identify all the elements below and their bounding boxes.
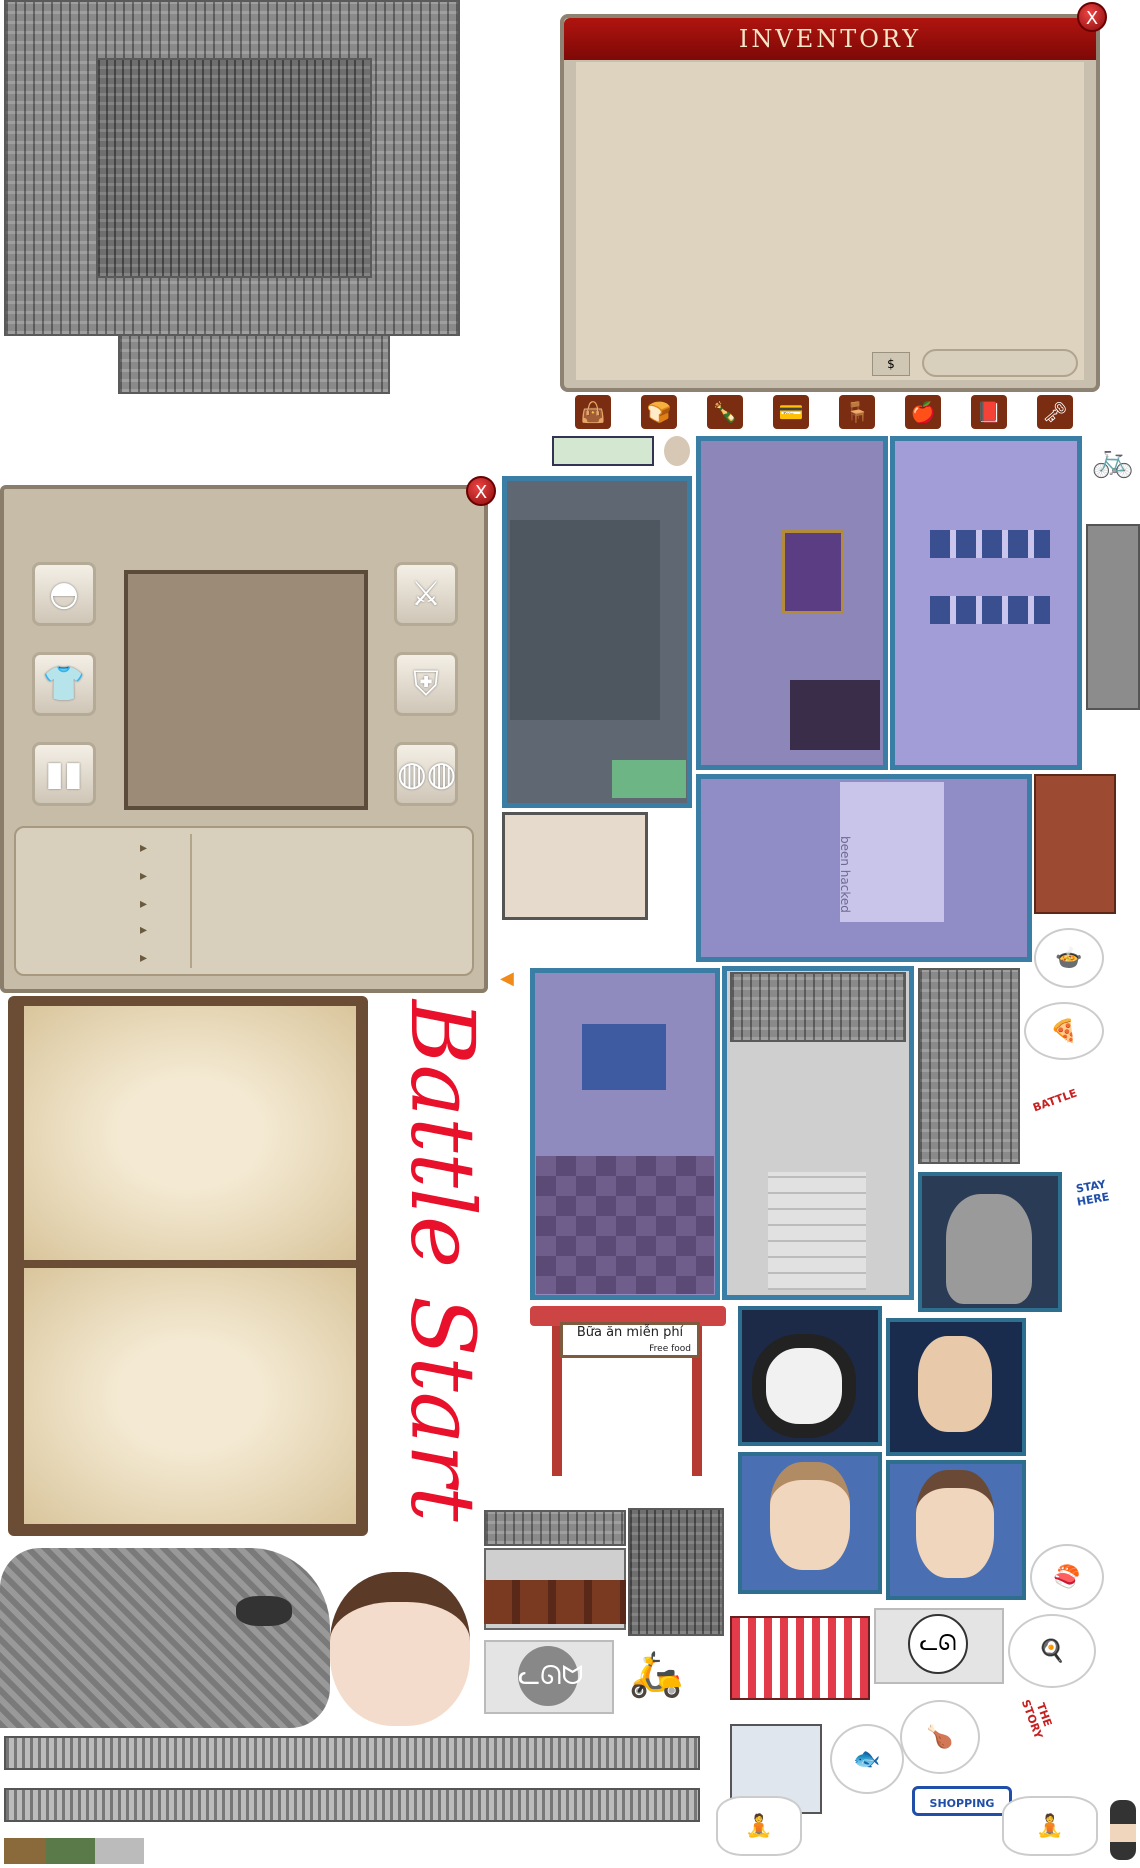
weapon-icon[interactable]: ⚔ [394,562,458,626]
armor-icon[interactable]: ⛨ [394,652,458,716]
machine-sprite [1086,524,1140,710]
stat-arrow: ▸ [140,868,148,884]
the-story-sticker: THE STORY [1018,1697,1055,1741]
roof-tiles-inner [96,58,372,278]
shrine-roof [730,972,906,1042]
pointer-arrow-icon: ◀ [500,968,514,989]
food-bubble-fish-icon: 🐟 [830,1724,904,1794]
pants-icon[interactable]: ▮▮ [32,742,96,806]
map-lobby-floor [536,1156,714,1294]
food-cart-sprite [730,1616,870,1700]
portrait-woman-light-hair-face [770,1462,850,1570]
battle-sticker: BATTLE [1031,1086,1079,1115]
roof-tiles-small [628,1508,724,1636]
food-bubble-pizza-icon: 🍕 [1024,1002,1104,1060]
rail-track-top [4,1736,700,1770]
stat-arrow: ▸ [140,840,148,856]
food-bubble-sushi-icon: 🍣 [1030,1544,1104,1610]
stats-panel [14,826,474,976]
bottle-icon[interactable]: 🍾 [707,395,743,429]
money-icon: $ [872,352,910,376]
card-icon[interactable]: 💳 [773,395,809,429]
cap-icon[interactable]: ◓ [32,562,96,626]
small-sprites-row [4,1838,144,1864]
stall-roof [484,1510,626,1546]
apple-icon[interactable]: 🍎 [905,395,941,429]
portrait-cat-body [752,1334,856,1438]
journal-page-top[interactable] [24,1006,356,1260]
food-bubble-bowl-icon: 🍲 [1034,928,1104,988]
map-rug [782,530,844,614]
stat-arrow: ▸ [140,896,148,912]
rail-track-bottom [4,1788,700,1822]
roof-tiles-narrow [918,968,1020,1164]
battery-sprite [552,436,654,466]
stat-arrow: ▸ [140,950,148,966]
item-hotbar: 👜 🍞 🍾 💳 🪑 🍎 📕 🗝 [575,395,1085,431]
meditate-bubble-icon-2: 🧘 [1002,1796,1098,1856]
sandals-icon[interactable]: ◍◍ [394,742,458,806]
battle-start-text: Battle Start [391,1000,494,1522]
bread-icon[interactable]: 🍞 [641,395,677,429]
portrait-old-man-face [946,1194,1032,1304]
npc-head-sprite [1110,1800,1136,1860]
sign-line-english: Free food [649,1344,691,1354]
hacked-label: been hacked [838,836,852,913]
stay-here-sticker: STAY HERE [1074,1177,1111,1209]
head-sprite [664,436,690,466]
journal-page-bottom[interactable] [24,1268,356,1524]
desk-sprite [1034,774,1116,914]
shrine-stone-path [768,1172,866,1290]
chair-icon[interactable]: 🪑 [839,395,875,429]
food-bubble-egg-icon: 🍳 [1008,1614,1096,1688]
map-lobby-doors [582,1024,666,1090]
book-icon[interactable]: 📕 [971,395,1007,429]
meditate-bubble-icon: 🧘 [716,1796,802,1856]
portrait-young-man-face [918,1336,992,1432]
cat-face-neutral-icon: ᓚᘏ [908,1614,968,1674]
map-building-windows [930,530,1050,558]
money-amount-field [922,349,1078,377]
character-woman-torso [0,1548,330,1728]
bag-icon[interactable]: 👜 [575,395,611,429]
food-bubble-chicken-icon: 🍗 [900,1700,980,1774]
map-sofa [790,680,880,750]
character-preview [124,570,368,810]
shopping-sticker: SHOPPING [912,1786,1012,1816]
bow-tie-icon [236,1596,292,1626]
portrait-woman-brown-hair-face [916,1470,994,1578]
map-street-road [510,520,660,720]
inventory-close-button[interactable]: X [1077,2,1107,32]
inventory-grid[interactable] [576,62,1084,380]
equipment-close-button[interactable]: X [466,476,496,506]
bicycle-sprite: 🚲 [1091,440,1135,480]
stall-counter [484,1580,626,1624]
map-building-windows [930,596,1050,624]
stat-arrow: ▸ [140,922,148,938]
key-icon[interactable]: 🗝 [1037,395,1073,429]
map-empty-tile [502,812,648,920]
free-food-sign: Bữa ăn miễn phí Free food [560,1322,700,1358]
roof-tiles-extension [118,334,390,394]
character-woman-face [330,1572,470,1726]
cat-face-angry-icon: ᓚᘏᗢ [518,1646,583,1706]
map-green-fence [612,760,686,798]
stats-divider [190,834,192,968]
scooter-sprite: 🛵 [628,1649,684,1700]
map-hacked-board [840,782,944,922]
sign-line-vietnamese: Bữa ăn miễn phí [576,1325,684,1340]
inventory-title: INVENTORY [564,18,1096,60]
shirt-icon[interactable]: 👕 [32,652,96,716]
